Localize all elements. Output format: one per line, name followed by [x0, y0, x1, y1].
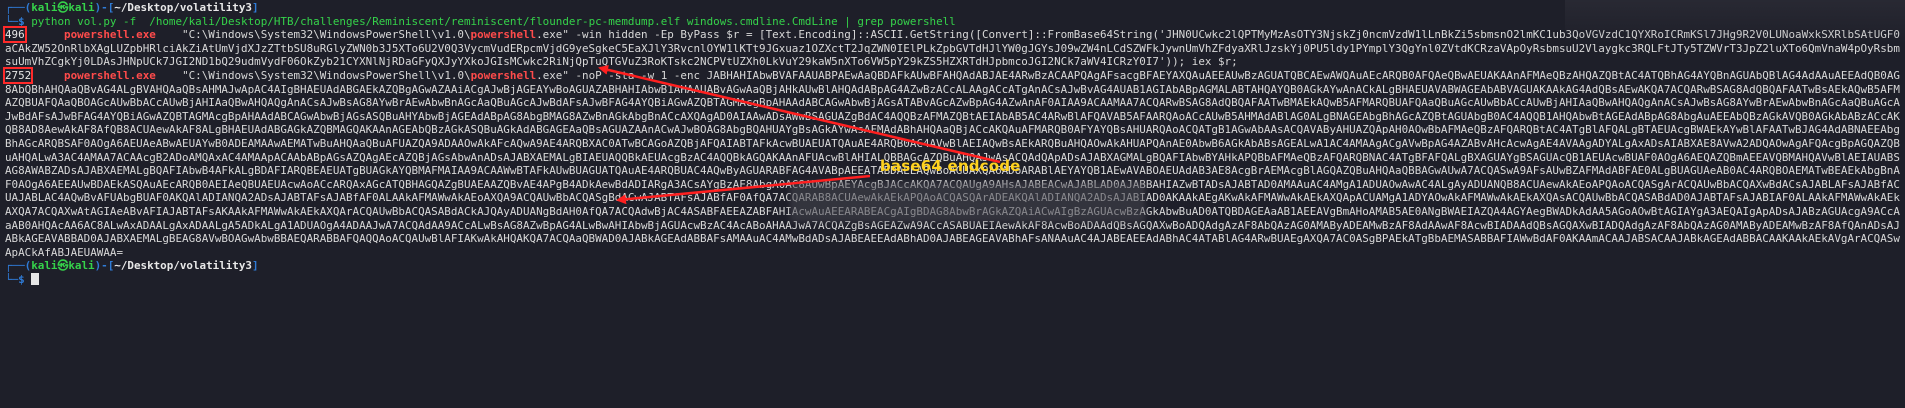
annotation-label: base64 endcode	[880, 157, 1021, 175]
prompt-host: kali	[68, 1, 95, 14]
process-name: powershell.exe	[64, 28, 156, 42]
prompt-path: ~/Desktop/volatility3	[114, 1, 252, 14]
cmdline-match: powershell	[470, 28, 537, 42]
prompt-header-2: ┌──(kali㉿kali)-[~/Desktop/volatility3]	[5, 259, 259, 273]
cmdline-part1: "C:\Windows\System32\WindowsPowerShell\v…	[182, 28, 471, 42]
faded-background-overlay	[1565, 0, 1905, 44]
blurred-region	[790, 182, 1145, 222]
text-cursor	[31, 272, 40, 285]
command-text: python vol.py -f /home/kali/Desktop/HTB/…	[24, 14, 956, 28]
active-prompt[interactable]: └─$	[5, 272, 1901, 287]
cmdline-match: powershell	[470, 68, 537, 82]
prompt-at: ㉿	[57, 1, 69, 14]
process-name: powershell.exe	[64, 68, 156, 82]
pid-cell: 2752	[2, 66, 34, 84]
cmdline-part1: "C:\Windows\System32\WindowsPowerShell\v…	[182, 68, 471, 82]
prompt-user: kali	[31, 1, 58, 14]
pid-cell: 496	[3, 26, 27, 44]
